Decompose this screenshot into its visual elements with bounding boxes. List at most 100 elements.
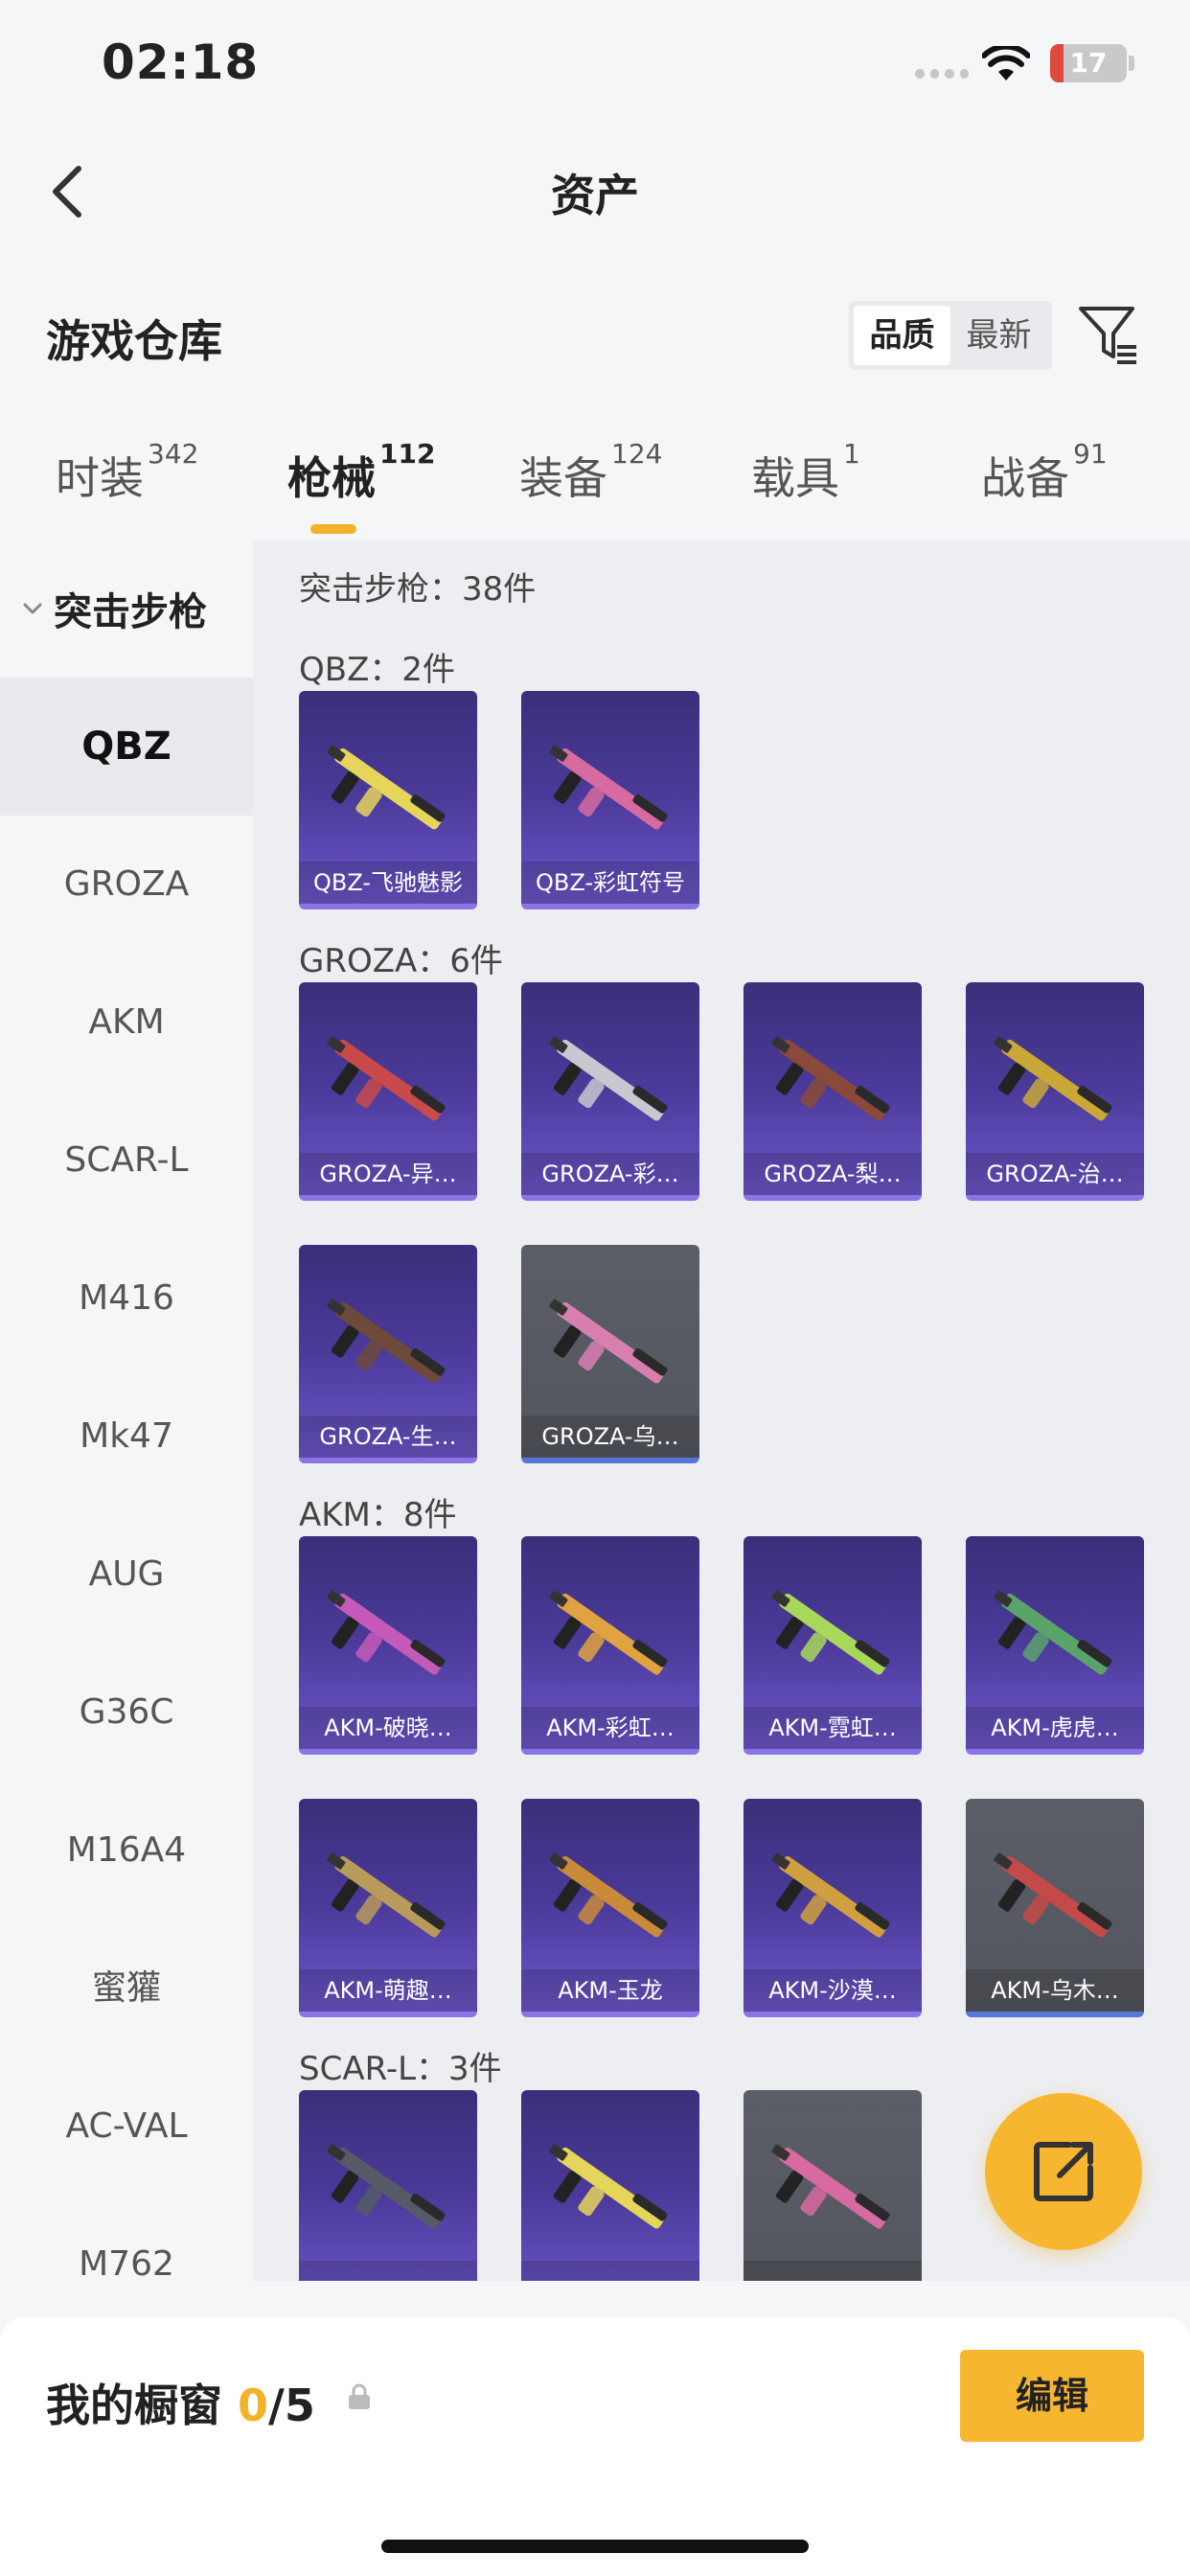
tab-equipment[interactable]: 装备 124 [519,438,662,507]
sidebar-item[interactable]: M416 [0,1230,253,1368]
rifle-icon [549,1590,668,1675]
weapon-card[interactable] [744,2090,922,2281]
weapon-card[interactable]: GROZA-彩… [521,982,699,1201]
weapon-card[interactable]: AKM-玉龙 [521,1799,699,2017]
rifle-icon [994,1590,1112,1675]
showcase-title: 我的橱窗 [46,2380,222,2431]
weapon-card[interactable]: GROZA-治… [966,982,1144,1201]
tab-label: 装备 [519,452,607,504]
page-title: 资产 [551,170,639,221]
weapon-card[interactable] [299,2090,477,2281]
weapon-card-label: GROZA-生… [299,1415,477,1458]
sidebar-item[interactable]: AUG [0,1506,253,1644]
tab-count: 342 [148,438,199,470]
weapon-card[interactable]: AKM-彩虹… [521,1536,699,1755]
share-button[interactable] [985,2093,1142,2250]
weapon-card[interactable]: AKM-萌趣… [299,1799,477,2017]
weapon-card-label: GROZA-彩… [521,1153,699,1195]
rifle-icon [327,1590,446,1675]
warehouse-header: 游戏仓库 品质 最新 [0,288,1190,383]
tab-label: 枪械 [287,452,376,504]
rifle-icon [327,1852,446,1938]
tab-count: 112 [379,438,436,470]
weapon-card[interactable] [521,2090,699,2281]
weapon-card[interactable]: GROZA-生… [299,1245,477,1463]
sidebar-item[interactable]: G36C [0,1644,253,1782]
weapon-card[interactable]: AKM-虎虎… [966,1536,1144,1755]
rifle-icon [327,1299,446,1384]
rifle-icon [771,2144,890,2229]
sort-segmented-control: 品质 最新 [849,301,1052,370]
rifle-icon [327,1036,446,1121]
battery-percent: 17 [1069,47,1108,79]
battery-tip [1129,56,1134,71]
group-title: QBZ：2件 [299,651,456,689]
group-title: SCAR-L：3件 [299,2050,502,2088]
sidebar-list: QBZ GROZA AKM SCAR-L M416 Mk47 AUG G36C M16A4 蜜獾 A… [0,678,253,2281]
rifle-icon [549,1036,668,1121]
rifle-icon [771,1036,890,1121]
weapon-card[interactable]: QBZ-飞驰魅影 [299,691,477,909]
showcase-total: /5 [268,2380,315,2431]
weapon-card-label: AKM-乌木… [966,1969,1144,2012]
weapon-card[interactable]: AKM-沙漠… [744,1799,922,2017]
weapon-card-label: AKM-萌趣… [299,1969,477,2012]
group-title: GROZA：6件 [299,942,503,980]
home-indicator [381,2540,809,2553]
weapon-card[interactable]: GROZA-异… [299,982,477,1201]
weapon-card[interactable]: GROZA-梨… [744,982,922,1201]
weapon-card[interactable]: GROZA-乌… [521,1245,699,1463]
sidebar-item[interactable]: Mk47 [0,1368,253,1506]
weapon-card[interactable]: AKM-乌木… [966,1799,1144,2017]
tab-label: 时装 [56,452,144,504]
rifle-icon [549,1299,668,1384]
weapon-card-label: GROZA-治… [966,1153,1144,1195]
sidebar-item[interactable]: SCAR-L [0,1092,253,1230]
weapon-card[interactable]: AKM-破晓… [299,1536,477,1755]
tab-firearms[interactable]: 枪械 112 [287,438,435,534]
weapon-card[interactable]: AKM-霓虹… [744,1536,922,1755]
sidebar-item[interactable]: QBZ [0,678,253,816]
warehouse-title: 游戏仓库 [46,315,222,367]
sidebar-item[interactable]: GROZA [0,816,253,954]
group-title: AKM：8件 [299,1496,457,1534]
sidebar-item[interactable]: M762 [0,2196,253,2281]
section-summary: 突击步枪：38件 [299,570,537,609]
rifle-icon [549,1852,668,1938]
sort-quality-button[interactable]: 品质 [854,306,950,365]
rifle-icon [771,1590,890,1675]
sort-newest-button[interactable]: 最新 [950,306,1047,365]
tab-count: 1 [843,438,860,470]
status-time: 02:18 [102,34,260,90]
sidebar-item[interactable]: 蜜獾 [0,1920,253,2058]
showcase-current: 0 [238,2380,269,2431]
battery-icon: 17 [1050,44,1127,82]
weapon-sidebar: 突击步枪 QBZ GROZA AKM SCAR-L M416 Mk47 AUG G36C M16… [0,540,253,2281]
edit-button[interactable]: 编辑 [960,2350,1144,2442]
weapon-card-label: AKM-彩虹… [521,1707,699,1749]
sidebar-item[interactable]: AKM [0,954,253,1092]
weapon-card-label: AKM-霓虹… [744,1707,922,1749]
showcase-bar: 我的橱窗 0/5 编辑 [0,2317,1190,2576]
tab-label: 战备 [981,452,1069,504]
status-bar: 02:18 17 [0,0,1190,134]
category-tabs: 时装 342 枪械 112 装备 124 载具 1 战备 91 [0,436,1190,541]
tab-vehicles[interactable]: 载具 1 [751,438,860,507]
tab-count: 124 [611,438,663,470]
weapon-grid: 突击步枪：38件 QBZ：2件 QBZ-飞驰魅影 QBZ-彩虹符号 GROZA：6件 G… [253,540,1190,2281]
weapon-card-label: AKM-破晓… [299,1707,477,1749]
rifle-icon [327,745,446,830]
weapon-card-label: AKM-玉龙 [521,1969,699,2012]
tab-supplies[interactable]: 战备 91 [981,438,1108,507]
sidebar-item[interactable]: AC-VAL [0,2058,253,2196]
sidebar-category-header[interactable]: 突击步枪 [0,540,253,678]
weapon-card-label: AKM-虎虎… [966,1707,1144,1749]
weapon-card-label [299,2261,477,2281]
wifi-icon [982,46,1030,80]
lock-icon [349,2383,370,2409]
tab-fashion[interactable]: 时装 342 [56,438,198,507]
weapon-card[interactable]: QBZ-彩虹符号 [521,691,699,909]
sidebar-item[interactable]: M16A4 [0,1782,253,1920]
filter-icon[interactable] [1077,303,1140,366]
tab-count: 91 [1073,438,1108,470]
